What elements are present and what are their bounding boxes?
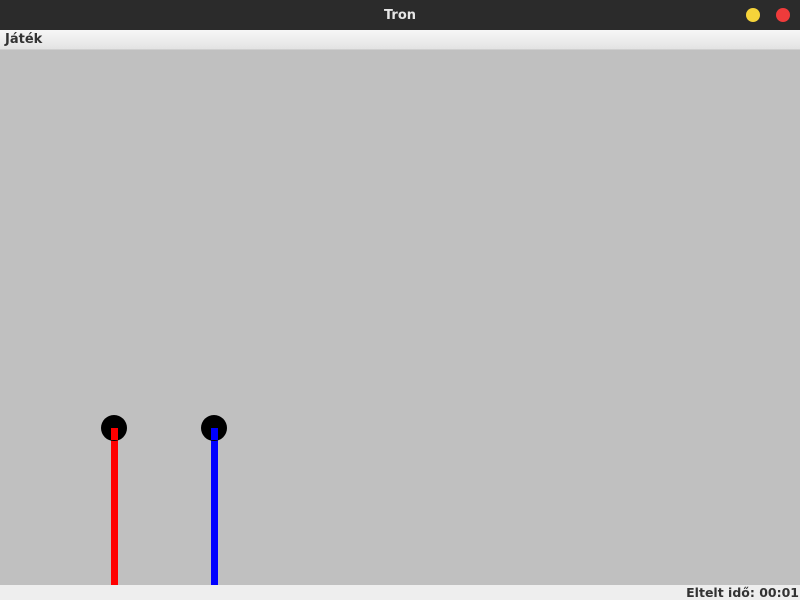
elapsed-time: Eltelt idő: 00:01 bbox=[686, 585, 799, 600]
red-trail-tip bbox=[111, 428, 118, 440]
blue-trail-tip bbox=[211, 428, 218, 440]
minimize-button[interactable] bbox=[746, 8, 760, 22]
blue-light-trail bbox=[211, 428, 218, 585]
status-bar: Eltelt idő: 00:01 bbox=[0, 585, 800, 600]
menu-game[interactable]: Játék bbox=[5, 30, 42, 49]
game-window: Tron Játék Eltelt idő: 00:01 bbox=[0, 0, 800, 600]
close-button[interactable] bbox=[776, 8, 790, 22]
menu-bar: Játék bbox=[0, 30, 800, 50]
window-title: Tron bbox=[383, 8, 417, 23]
game-arena bbox=[0, 50, 800, 585]
arena-canvas bbox=[101, 415, 227, 585]
red-light-trail bbox=[111, 428, 118, 585]
title-bar[interactable]: Tron bbox=[0, 0, 800, 30]
